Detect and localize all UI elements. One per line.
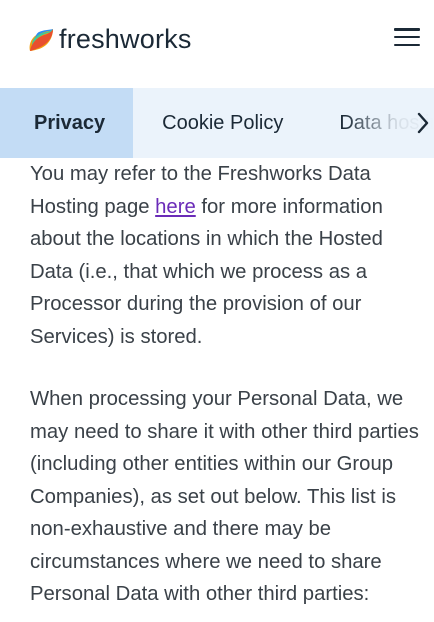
tab-data-hosting[interactable]: Data hosting [283, 88, 434, 158]
hamburger-menu-icon[interactable] [394, 26, 420, 48]
here-link[interactable]: here [155, 196, 196, 218]
paragraph-sharing: When processing your Personal Data, we m… [30, 388, 419, 605]
menu-bar [394, 43, 420, 46]
tab-cookie-policy[interactable]: Cookie Policy [133, 88, 283, 158]
logo-wordmark: freshworks [59, 23, 192, 54]
site-header: freshworks [0, 0, 434, 88]
freshworks-logo[interactable]: freshworks [26, 22, 192, 56]
paragraph-data-hosting: You may refer to the Freshworks Data Hos… [30, 158, 420, 353]
freshworks-logo-icon [29, 29, 53, 51]
menu-bar [394, 28, 420, 31]
menu-bar [394, 35, 420, 39]
paragraph-text: for more information about the locations… [30, 195, 383, 348]
tab-privacy[interactable]: Privacy [0, 88, 134, 158]
chevron-right-icon[interactable] [416, 110, 430, 136]
policy-tabs: Privacy Cookie Policy Data hosting [0, 88, 434, 158]
policy-content: You may refer to the Freshworks Data Hos… [30, 158, 420, 611]
